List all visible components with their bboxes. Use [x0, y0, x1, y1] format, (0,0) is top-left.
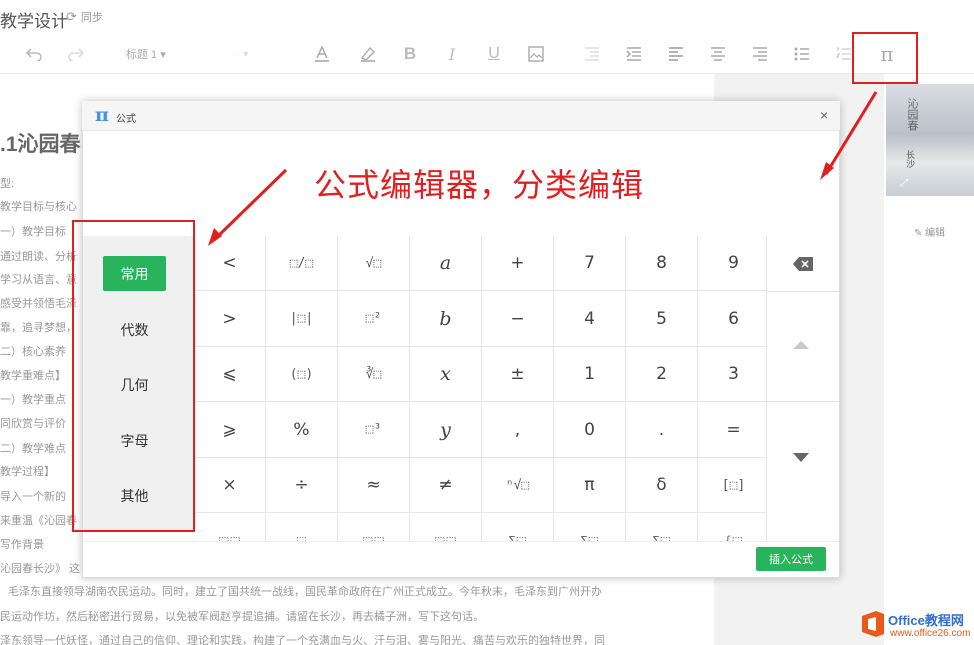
office-logo-icon: [862, 611, 884, 637]
watermark-title: Office教程网: [888, 613, 964, 628]
watermark-url: www.office26.com: [890, 628, 971, 639]
annotation-arrows: [208, 91, 878, 246]
